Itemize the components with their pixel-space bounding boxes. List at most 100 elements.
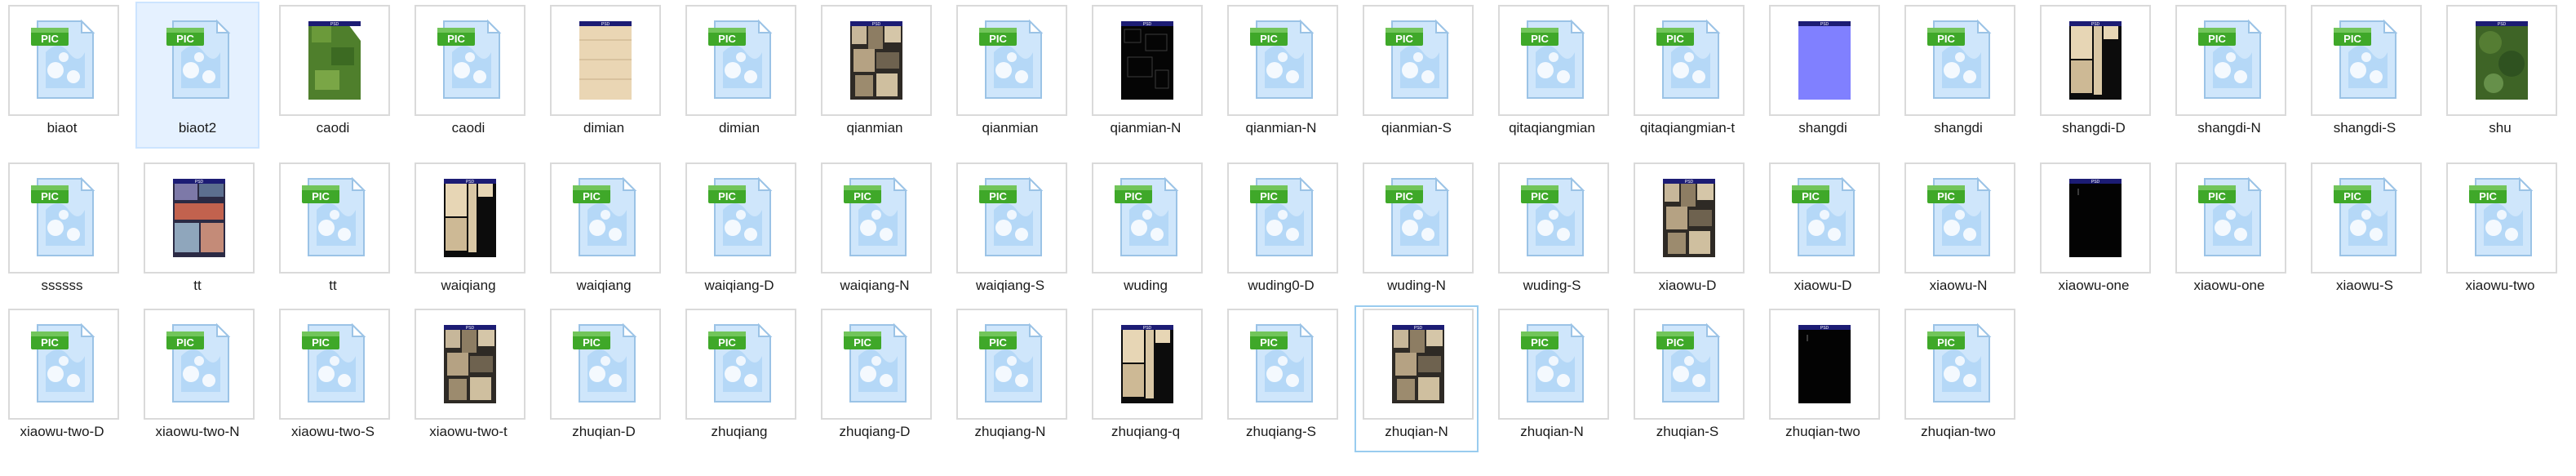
file-item[interactable]: PIC xiaowu-two-D: [0, 305, 124, 452]
file-thumbnail: PSD: [415, 309, 525, 420]
file-name: xiaowu-one: [2058, 278, 2130, 293]
file-item[interactable]: PIC zhuqian-D: [542, 305, 666, 452]
file-item[interactable]: PIC caodi: [406, 2, 530, 149]
file-thumbnail: PIC: [144, 309, 255, 420]
svg-text:PIC: PIC: [989, 336, 1007, 349]
file-item[interactable]: PIC zhuqiang-N: [948, 305, 1072, 452]
file-item[interactable]: PIC xiaowu-N: [1896, 159, 2020, 306]
file-thumbnail: PIC: [1634, 309, 1745, 420]
file-item[interactable]: PIC zhuqiang-S: [1219, 305, 1343, 452]
pic-file-icon: PIC: [1250, 19, 1315, 99]
file-item[interactable]: PSD zhuqiang-q: [1084, 305, 1208, 452]
file-item[interactable]: PIC qianmian-N: [1219, 2, 1343, 149]
file-item[interactable]: PIC waiqiang-D: [677, 159, 801, 306]
file-item[interactable]: PIC qitaqiangmian: [1490, 2, 1614, 149]
file-name: qianmian: [846, 120, 903, 136]
file-item[interactable]: PSD qianmian-N: [1084, 2, 1208, 149]
file-item[interactable]: PIC biaot: [0, 2, 124, 149]
file-thumbnail: PIC: [685, 5, 796, 116]
file-thumbnail: PSD: [1363, 309, 1474, 420]
svg-text:PIC: PIC: [41, 33, 59, 45]
file-item[interactable]: PIC qianmian-S: [1355, 2, 1479, 149]
file-item[interactable]: PIC qitaqiangmian-t: [1625, 2, 1749, 149]
file-thumbnail: PIC: [685, 162, 796, 274]
file-item[interactable]: PIC wuding: [1084, 159, 1208, 306]
file-item[interactable]: PIC ssssss: [0, 159, 124, 306]
pic-file-icon: PIC: [31, 323, 95, 403]
file-thumbnail: PSD: [279, 5, 390, 116]
pic-file-icon: PIC: [979, 323, 1044, 403]
pic-file-icon: PIC: [573, 176, 637, 256]
file-name: dimian: [583, 120, 625, 136]
svg-text:PIC: PIC: [41, 190, 59, 202]
file-item[interactable]: PIC waiqiang: [542, 159, 666, 306]
svg-text:PIC: PIC: [1124, 190, 1142, 202]
file-item[interactable]: PIC zhuqian-N: [1490, 305, 1614, 452]
file-name: zhuqian-two: [1785, 424, 1860, 439]
file-item[interactable]: PIC biaot2: [135, 2, 259, 149]
file-item[interactable]: PIC xiaowu-one: [2167, 159, 2291, 306]
pic-file-icon: PIC: [2198, 19, 2263, 99]
file-item[interactable]: PIC waiqiang-S: [948, 159, 1072, 306]
svg-text:PIC: PIC: [583, 190, 601, 202]
file-item[interactable]: PSD shangdi: [1761, 2, 1885, 149]
file-name: xiaowu-two-t: [429, 424, 508, 439]
file-item[interactable]: PSD waiqiang: [406, 159, 530, 306]
file-item[interactable]: PSD dimian: [542, 2, 666, 149]
svg-text:PSD: PSD: [466, 326, 475, 331]
psd-file-icon: PSD: [173, 179, 225, 257]
file-name: zhuqiang: [711, 424, 768, 439]
file-item[interactable]: PIC waiqiang-N: [813, 159, 937, 306]
file-item[interactable]: PIC xiaowu-D: [1761, 159, 1885, 306]
svg-text:PSD: PSD: [195, 180, 204, 185]
file-item[interactable]: PIC xiaowu-two: [2438, 159, 2562, 306]
file-item[interactable]: PIC shangdi-N: [2167, 2, 2291, 149]
file-item[interactable]: PSD xiaowu-D: [1625, 159, 1749, 306]
file-thumbnail: PIC: [1092, 162, 1203, 274]
psd-file-icon: PSD: [1121, 21, 1173, 100]
file-item[interactable]: PSD zhuqian-two: [1761, 305, 1885, 452]
file-item[interactable]: PIC xiaowu-S: [2303, 159, 2427, 306]
svg-text:PIC: PIC: [989, 33, 1007, 45]
pic-file-icon: PIC: [1115, 176, 1179, 256]
file-item[interactable]: PIC wuding0-D: [1219, 159, 1343, 306]
svg-text:PIC: PIC: [718, 190, 736, 202]
svg-text:PIC: PIC: [2208, 33, 2226, 45]
file-thumbnail: PIC: [144, 5, 255, 116]
file-item[interactable]: PIC zhuqian-two: [1896, 305, 2020, 452]
file-item[interactable]: PIC shangdi: [1896, 2, 2020, 149]
svg-text:PSD: PSD: [1414, 326, 1423, 331]
file-item[interactable]: PSD tt: [135, 159, 259, 306]
file-item[interactable]: PIC wuding-N: [1355, 159, 1479, 306]
pic-file-icon: PIC: [31, 19, 95, 99]
svg-text:PIC: PIC: [2343, 190, 2361, 202]
file-item[interactable]: PIC wuding-S: [1490, 159, 1614, 306]
file-item[interactable]: PSD qianmian: [813, 2, 937, 149]
file-name: waiqiang: [576, 278, 632, 293]
file-item[interactable]: PIC qianmian: [948, 2, 1072, 149]
file-item[interactable]: PIC tt: [271, 159, 395, 306]
file-item[interactable]: PIC zhuqian-S: [1625, 305, 1749, 452]
file-item[interactable]: PIC shangdi-S: [2303, 2, 2427, 149]
pic-file-icon: PIC: [2334, 176, 2398, 256]
file-item[interactable]: PSD shu: [2438, 2, 2562, 149]
svg-text:PIC: PIC: [1802, 190, 1820, 202]
file-item[interactable]: PIC dimian: [677, 2, 801, 149]
file-item[interactable]: PSD shangdi-D: [2032, 2, 2156, 149]
file-item[interactable]: PSD zhuqian-N: [1355, 305, 1479, 452]
file-name: xiaowu-two-N: [155, 424, 240, 439]
file-name: biaot: [47, 120, 78, 136]
file-thumbnail: PSD: [1092, 309, 1203, 420]
file-item[interactable]: PIC xiaowu-two-S: [271, 305, 395, 452]
file-item[interactable]: PIC zhuqiang: [677, 305, 801, 452]
file-item[interactable]: PSD caodi: [271, 2, 395, 149]
file-thumbnail: PSD: [415, 162, 525, 274]
file-item[interactable]: PIC xiaowu-two-N: [135, 305, 259, 452]
file-thumbnail: PSD: [144, 162, 255, 274]
file-grid: PIC biaot PIC biaot2 PSD caodi PIC caodi…: [0, 0, 2576, 476]
file-item[interactable]: PSD xiaowu-one: [2032, 159, 2156, 306]
file-thumbnail: PIC: [279, 309, 390, 420]
file-thumbnail: PIC: [956, 162, 1067, 274]
file-item[interactable]: PSD xiaowu-two-t: [406, 305, 530, 452]
file-item[interactable]: PIC zhuqiang-D: [813, 305, 937, 452]
